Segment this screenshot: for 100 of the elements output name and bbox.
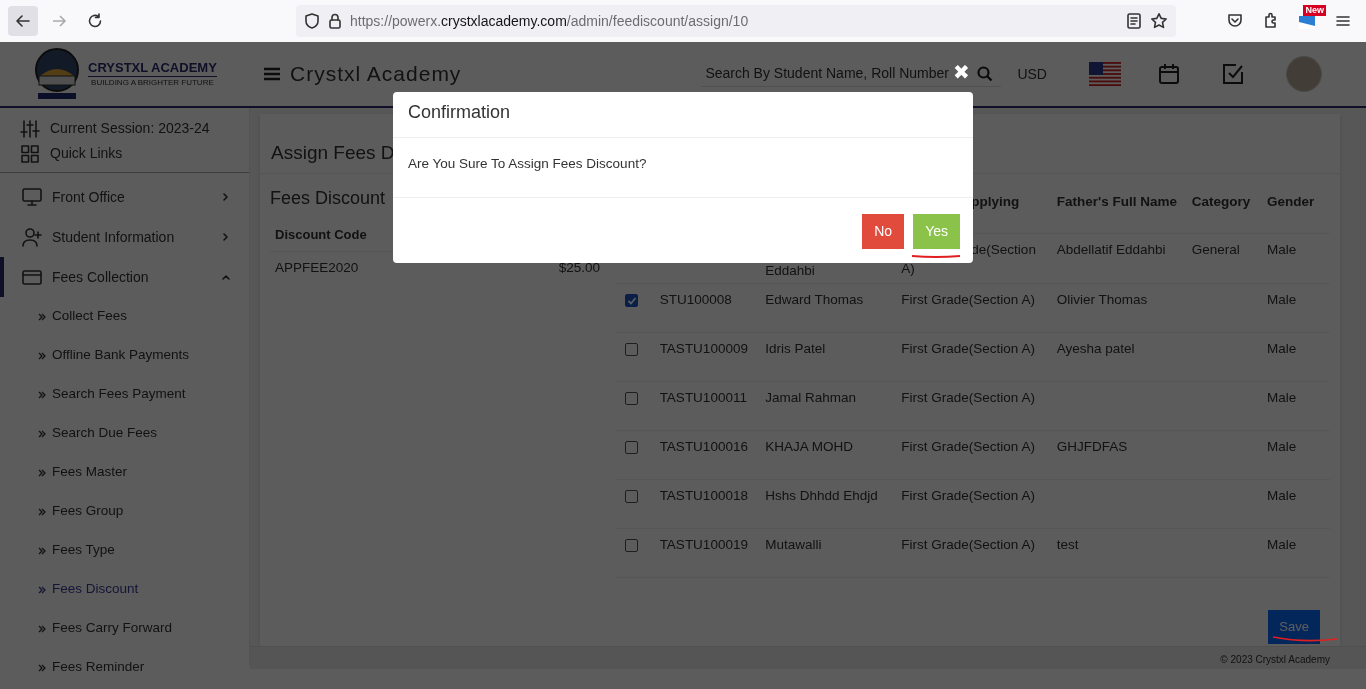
double-chevron-icon bbox=[38, 351, 46, 360]
quick-links-link[interactable]: Quick Links bbox=[50, 141, 123, 166]
checkbox[interactable] bbox=[625, 392, 638, 406]
checkbox[interactable] bbox=[625, 343, 638, 357]
table-cell: Jamal Rahman bbox=[761, 381, 898, 431]
menu-icon[interactable] bbox=[264, 67, 280, 81]
back-icon bbox=[14, 12, 32, 30]
table-cell: First Grade(Section A) bbox=[897, 332, 1053, 382]
logo-title: CRYSTXL ACADEMY bbox=[88, 59, 217, 77]
checkbox[interactable] bbox=[625, 441, 638, 455]
card-icon bbox=[22, 267, 42, 287]
lock-icon bbox=[328, 12, 342, 30]
chevron-right-icon bbox=[221, 232, 231, 242]
tick-icon bbox=[626, 295, 637, 306]
table-cell: First Grade(Section A) bbox=[897, 528, 1053, 578]
column-header: Category bbox=[1187, 187, 1263, 234]
sidebar-sublabel: Fees Type bbox=[52, 541, 115, 560]
monitor-icon bbox=[22, 187, 42, 207]
table-cell: Olivier Thomas bbox=[1052, 283, 1188, 333]
sliders-icon bbox=[20, 118, 40, 139]
pocket-icon bbox=[1226, 12, 1244, 30]
chevron-right-icon bbox=[221, 192, 231, 202]
table-cell: First Grade(Section A) bbox=[897, 381, 1053, 431]
double-chevron-icon bbox=[38, 585, 46, 594]
sidebar-subitem[interactable]: Search Due Fees bbox=[0, 414, 249, 453]
checkbox[interactable] bbox=[625, 490, 638, 504]
double-chevron-icon bbox=[38, 663, 46, 672]
checkbox[interactable] bbox=[625, 539, 638, 553]
table-cell: test bbox=[1052, 528, 1188, 578]
sidebar-sublabel: Collect Fees bbox=[52, 307, 128, 326]
user-plus-icon bbox=[22, 227, 42, 247]
sidebar-subitem[interactable]: Collect Fees bbox=[0, 297, 249, 336]
double-chevron-icon bbox=[38, 312, 46, 321]
table-cell: First Grade(Section A) bbox=[897, 430, 1053, 480]
no-button[interactable]: No bbox=[862, 214, 905, 249]
table-cell: KHAJA MOHD bbox=[761, 430, 898, 480]
table-cell: First Grade(Section A) bbox=[897, 479, 1053, 529]
star-icon[interactable] bbox=[1150, 12, 1168, 30]
sidebar-sublabel: Search Due Fees bbox=[52, 424, 158, 443]
logo-tagline: BUILDING A BRIGHTER FUTURE bbox=[90, 76, 215, 89]
sidebar-subitem[interactable]: Search Fees Payment bbox=[0, 375, 249, 414]
reader-view-icon[interactable] bbox=[1126, 12, 1142, 30]
avatar[interactable] bbox=[1285, 56, 1322, 92]
sidebar-sublabel: Search Fees Payment bbox=[52, 385, 186, 404]
table-cell-text: $25.00 bbox=[557, 258, 601, 277]
currency-selector[interactable]: USD bbox=[1017, 63, 1047, 85]
reload-icon bbox=[86, 12, 104, 30]
sidebar-subitem[interactable]: Fees Master bbox=[0, 453, 249, 492]
flag-icon[interactable] bbox=[1088, 61, 1121, 87]
dialog-message: Are You Sure To Assign Fees Discount? bbox=[393, 138, 973, 198]
double-chevron-icon bbox=[38, 507, 46, 516]
yes-button[interactable]: Yes bbox=[913, 214, 960, 249]
sidebar-sublabel: Fees Master bbox=[52, 463, 128, 482]
table-cell: GHJFDFAS bbox=[1052, 430, 1188, 480]
checkbox-square-icon[interactable] bbox=[1221, 63, 1244, 85]
double-chevron-icon bbox=[38, 468, 46, 477]
sidebar-sublabel: Fees Reminder bbox=[52, 658, 145, 677]
search-icon[interactable] bbox=[977, 66, 994, 82]
sidebar-subitem[interactable]: Fees Discount bbox=[0, 570, 249, 609]
table-cell: Male bbox=[1262, 430, 1330, 480]
table-cell: Ayesha patel bbox=[1052, 332, 1188, 382]
table-cell: Mutawalli bbox=[761, 528, 898, 578]
table-cell: TASTU100016 bbox=[655, 430, 762, 480]
calendar-icon[interactable] bbox=[1157, 63, 1180, 85]
double-chevron-icon bbox=[38, 390, 46, 399]
sidebar-subitem[interactable]: Offline Bank Payments bbox=[0, 336, 249, 375]
table-cell: Male bbox=[1262, 528, 1330, 578]
double-chevron-icon bbox=[38, 429, 46, 438]
annotation-underline bbox=[911, 254, 961, 258]
checkbox[interactable] bbox=[625, 294, 638, 308]
table-cell: APPFEE2020 bbox=[270, 251, 493, 285]
sidebar-item[interactable]: Front Office bbox=[0, 177, 249, 217]
sidebar-item[interactable]: Student Information bbox=[0, 217, 249, 257]
sidebar-subitem[interactable]: Fees Type bbox=[0, 531, 249, 570]
column-header: Gender bbox=[1262, 187, 1330, 234]
double-chevron-icon bbox=[38, 624, 46, 633]
sidebar-subitem[interactable]: Fees Reminder bbox=[0, 648, 249, 687]
table-cell: TASTU100009 bbox=[655, 332, 762, 382]
table-cell: TASTU100019 bbox=[655, 528, 762, 578]
table-cell: Hshs Dhhdd Ehdjd bbox=[761, 479, 898, 529]
sidebar-sublabel: Fees Carry Forward bbox=[52, 619, 173, 638]
table-cell: Male bbox=[1262, 233, 1330, 284]
table-cell: Idris Patel bbox=[761, 332, 898, 382]
sidebar-label: Student Information bbox=[52, 227, 176, 247]
table-cell: General bbox=[1187, 233, 1263, 284]
save-button[interactable]: Save bbox=[1268, 610, 1320, 644]
back-button[interactable] bbox=[8, 6, 38, 36]
table-cell: Male bbox=[1262, 332, 1330, 382]
table-cell: STU100008 bbox=[655, 283, 762, 333]
double-chevron-icon bbox=[38, 546, 46, 555]
shield-icon bbox=[304, 12, 320, 30]
sidebar-sublabel: Offline Bank Payments bbox=[52, 346, 190, 365]
table-cell: Male bbox=[1262, 381, 1330, 431]
sidebar-label: Fees Collection bbox=[52, 267, 150, 287]
chevron-up-icon bbox=[221, 272, 231, 282]
sidebar-subitem[interactable]: Fees Carry Forward bbox=[0, 609, 249, 648]
close-button[interactable]: ✖ bbox=[953, 62, 970, 82]
table-cell: Male bbox=[1262, 283, 1330, 333]
sidebar-subitem[interactable]: Fees Group bbox=[0, 492, 249, 531]
session-label[interactable]: Current Session: 2023-24 bbox=[50, 116, 210, 141]
